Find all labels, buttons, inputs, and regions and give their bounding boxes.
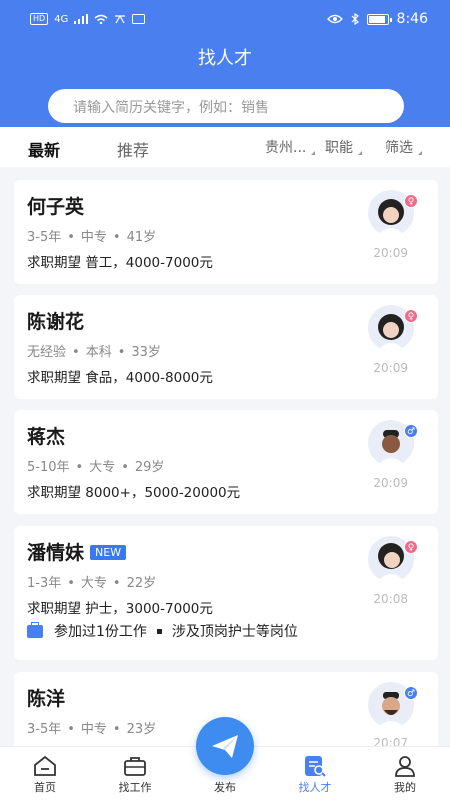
search-placeholder: 请输入简历关键字，例如：销售 [73,100,269,116]
experience: 3-5年 [27,722,62,737]
candidate-name: 陈洋 [27,688,66,710]
experience: 5-10年 [27,460,70,475]
candidate-name: 陈谢花 [27,311,85,333]
nav-find-talent[interactable]: 找人才 [270,747,360,800]
tab-recommend[interactable]: 推荐 [117,137,149,161]
clock: 8:46 [396,11,428,27]
age: 23岁 [126,722,157,737]
candidate-card[interactable]: 蒋杰 5-10年 • 大专 • 29岁 求职期望 8000+，5000-20000元 ♂… [14,410,438,514]
job-expectation: 求职期望 普工，4000-7000元 [27,255,213,271]
candidate-meta: 3-5年 • 中专 • 41岁 [27,230,157,245]
paper-plane-icon [212,735,238,758]
candidate-meta: 5-10年 • 大专 • 29岁 [27,460,165,475]
job-expectation: 求职期望 食品，4000-8000元 [27,370,213,386]
bluetooth-icon [351,13,359,25]
age: 22岁 [126,576,157,591]
page-title: 找人才 [198,48,252,69]
candidate-card[interactable]: 潘情妹 NEW 1-3年 • 大专 • 22岁 求职期望 护士，3000-7000元 参加… [14,526,438,660]
network-label: 4G [54,13,69,25]
candidate-name: 潘情妹 NEW [27,538,127,565]
male-icon: ♂ [404,686,418,700]
hd-badge: HD [30,13,49,25]
male-icon: ♂ [404,424,418,438]
signal-icon [74,14,89,24]
briefcase-icon [124,757,146,776]
experience: 1-3年 [27,576,62,591]
person-icon [395,756,415,777]
dropdown-triangle-icon [358,151,362,155]
job-expectation: 求职期望 8000+，5000-20000元 [27,485,241,501]
nav-find-job[interactable]: 找工作 [90,747,180,800]
age: 29岁 [134,460,165,475]
age: 41岁 [126,230,157,245]
eye-icon [326,14,343,24]
education: 中专 [80,230,107,245]
talent-search-icon [305,756,326,777]
candidate-meta: 3-5年 • 中专 • 23岁 [27,722,157,737]
nav-find-job-label: 找工作 [118,781,152,794]
wifi-icon [94,14,108,24]
education: 本科 [85,345,112,360]
female-icon: ♀ [404,309,418,323]
post-time: 20:08 [373,592,408,606]
candidate-card[interactable]: 陈谢花 无经验 • 本科 • 33岁 求职期望 食品，4000-8000元 ♀ 20:0… [14,295,438,399]
experience: 3-5年 [27,230,62,245]
nav-publish-label: 发布 [214,781,236,794]
new-badge: NEW [90,545,127,560]
post-time: 20:09 [373,476,408,490]
candidate-meta: 无经验 • 本科 • 33岁 [27,345,161,360]
filter-location-label: 贵州... [265,140,307,156]
filter-location[interactable]: 贵州... [265,137,316,157]
tab-latest[interactable]: 最新 [28,137,60,161]
search-input[interactable]: 请输入简历关键字，例如：销售 [48,89,404,123]
candidate-card[interactable]: 何子英 3-5年 • 中专 • 41岁 求职期望 普工，4000-7000元 ♀ 20:… [14,180,438,284]
work-positions: 涉及顶岗护士等岗位 [171,624,298,640]
home-icon [34,755,56,776]
female-icon: ♀ [404,194,418,208]
briefcase-icon [27,621,43,638]
education: 大专 [89,460,116,475]
filter-function-label: 职能 [325,140,353,156]
app-notification-icon [132,14,146,24]
work-history: 参加过1份工作 涉及顶岗护士等岗位 [27,621,298,641]
nav-me[interactable]: 我的 [360,747,450,800]
nav-me-label: 我的 [394,781,416,794]
filter-more[interactable]: 筛选 [385,137,422,157]
nav-home-label: 首页 [34,781,56,794]
filter-function[interactable]: 职能 [325,137,362,157]
candidate-name-text: 潘情妹 [27,542,85,564]
female-icon: ♀ [404,540,418,554]
status-bar: HD 4G 8:46 [0,0,450,40]
post-time: 20:09 [373,361,408,375]
experience: 无经验 [27,345,67,360]
dropdown-triangle-icon [311,151,316,155]
candidate-name: 何子英 [27,196,85,218]
candidate-meta: 1-3年 • 大专 • 22岁 [27,576,157,591]
candidate-name: 蒋杰 [27,426,66,448]
publish-button[interactable] [196,717,254,775]
education: 中专 [80,722,107,737]
tab-bar: 最新 推荐 贵州... 职能 筛选 [0,127,450,167]
age: 33岁 [131,345,161,360]
translate-icon [115,15,126,24]
work-count: 参加过1份工作 [54,624,147,640]
job-expectation: 求职期望 护士，3000-7000元 [27,601,213,617]
filter-more-label: 筛选 [385,140,413,156]
education: 大专 [80,576,107,591]
nav-find-talent-label: 找人才 [298,781,332,794]
nav-home[interactable]: 首页 [0,747,90,800]
dropdown-triangle-icon [418,151,422,155]
battery-icon [366,13,392,25]
post-time: 20:09 [373,246,408,260]
header: HD 4G 8:46 找人才 请输入简历关键字，例如：销售 [0,0,450,127]
